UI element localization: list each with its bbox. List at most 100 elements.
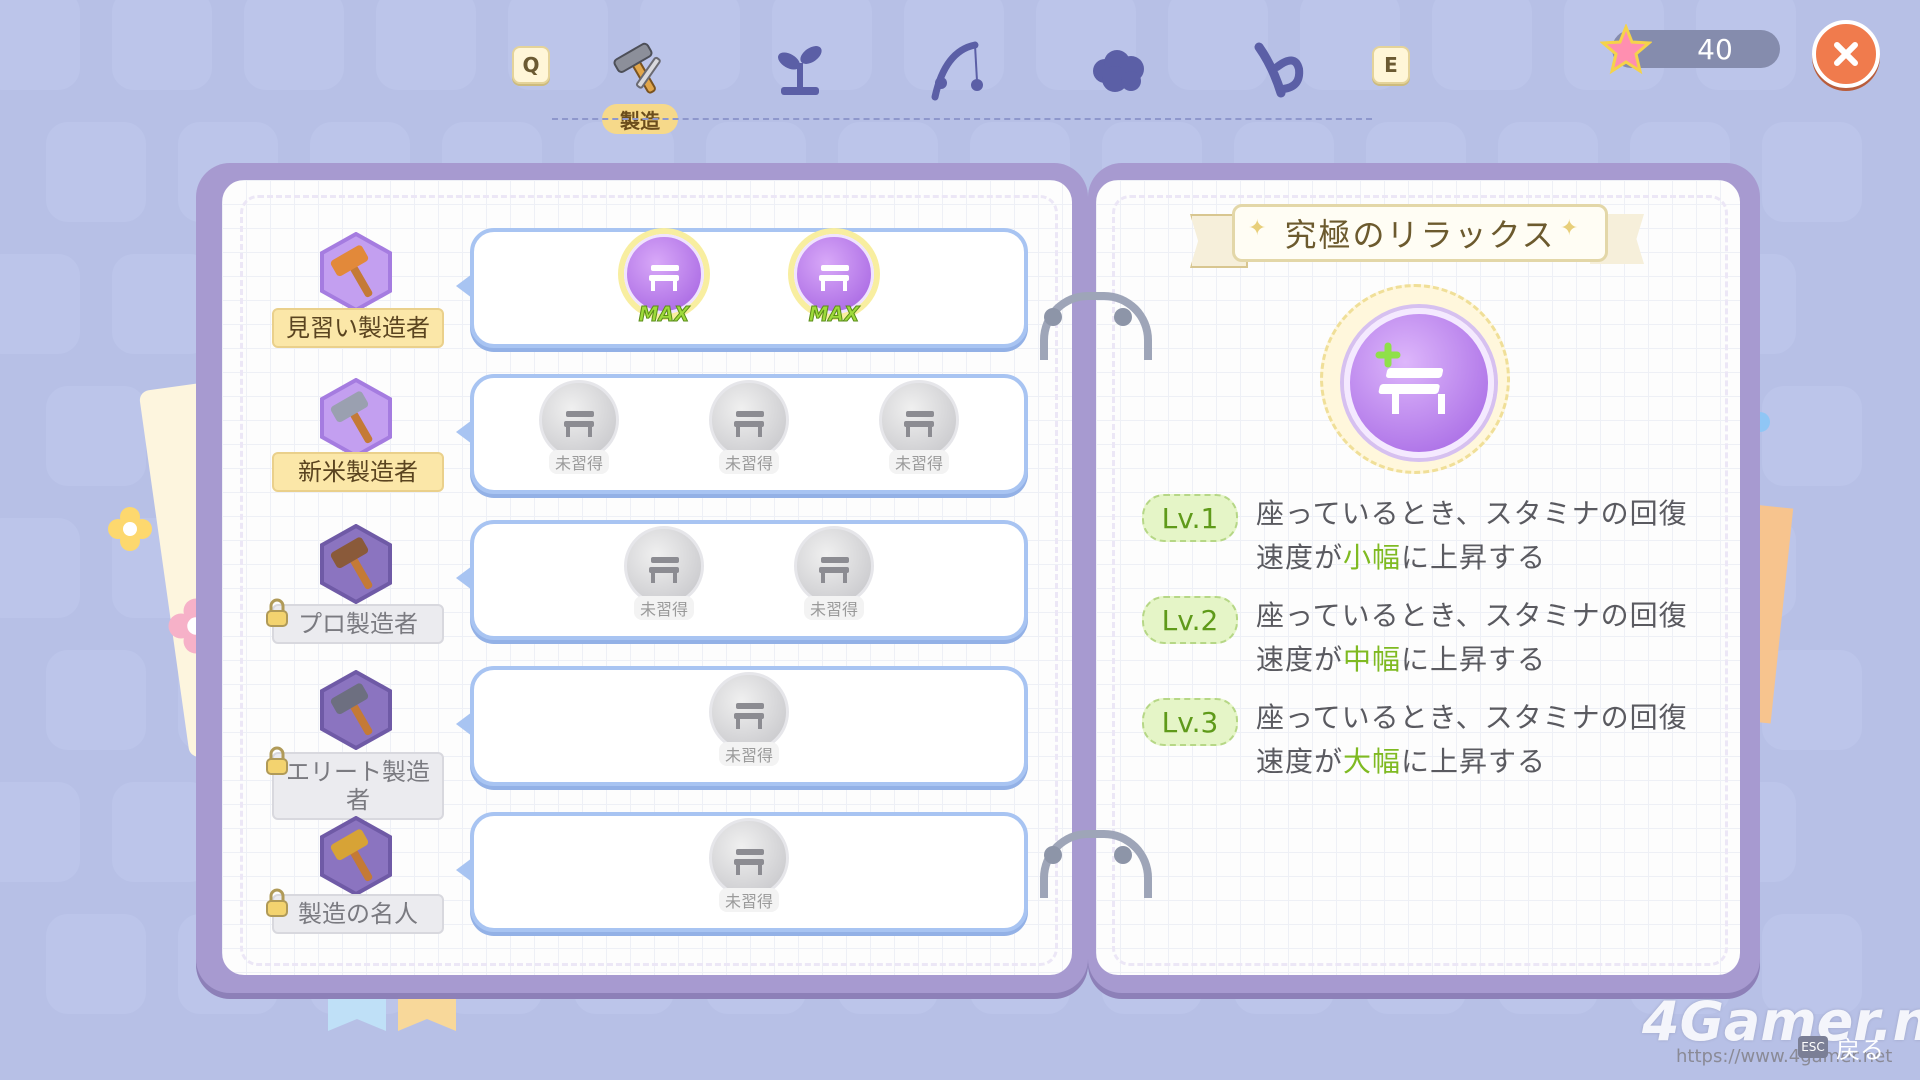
skill-glyph bbox=[904, 411, 934, 437]
star-icon bbox=[1600, 24, 1652, 75]
gear-time-icon bbox=[539, 380, 619, 460]
background-tile bbox=[0, 254, 80, 354]
skill-status: 未習得 bbox=[633, 596, 694, 620]
lock-icon bbox=[266, 888, 288, 917]
row-pointer bbox=[456, 858, 472, 882]
prev-tab-key-hint[interactable]: Q bbox=[512, 46, 550, 84]
background-tile bbox=[46, 122, 146, 222]
binder-ring-cap bbox=[1044, 846, 1062, 864]
level-description-suffix: に上昇する bbox=[1401, 643, 1547, 676]
row-pointer bbox=[456, 566, 472, 590]
skill-glyph bbox=[734, 411, 764, 437]
tab-pet[interactable] bbox=[1078, 30, 1158, 110]
skill-row: 未習得 未習得 未習得 bbox=[456, 374, 1028, 494]
background-tile bbox=[376, 0, 476, 90]
skill-node[interactable]: 未習得 bbox=[708, 380, 790, 480]
row-pointer bbox=[456, 420, 472, 444]
hammer-rank-4-icon bbox=[320, 670, 392, 750]
level-description: 座っているとき、スタミナの回復速度が中幅に上昇する bbox=[1256, 594, 1696, 682]
binder-ring-cap bbox=[1114, 846, 1132, 864]
bee-icon bbox=[709, 380, 789, 460]
next-tab-key-hint[interactable]: E bbox=[1372, 46, 1410, 84]
back-button[interactable]: 戻る bbox=[1836, 1030, 1884, 1065]
skill-glyph bbox=[734, 849, 764, 875]
skill-glyph bbox=[564, 411, 594, 437]
rank-label: 見習い製造者 bbox=[272, 308, 444, 348]
row-pointer bbox=[456, 712, 472, 736]
background-tile bbox=[46, 386, 146, 486]
hammer-rank-1-icon bbox=[320, 232, 392, 312]
skill-status: 未習得 bbox=[718, 742, 779, 766]
row-pointer bbox=[456, 274, 472, 298]
shield-icon bbox=[709, 818, 789, 898]
skill-node[interactable]: 未習得 bbox=[538, 380, 620, 480]
background-tile bbox=[1762, 122, 1862, 222]
sparkle-icon: ✦ bbox=[1248, 216, 1267, 241]
hammer-tools-icon bbox=[613, 42, 661, 94]
close-button[interactable] bbox=[1812, 20, 1880, 88]
ticket-icon bbox=[624, 526, 704, 606]
skill-glyph bbox=[649, 265, 679, 291]
skill-row: 未習得 未習得 bbox=[456, 520, 1028, 640]
tab-cooking[interactable] bbox=[1238, 30, 1318, 110]
background-tile bbox=[1432, 0, 1532, 90]
background-tile bbox=[1762, 650, 1862, 750]
background-tile bbox=[244, 0, 344, 90]
sheep-icon bbox=[1093, 50, 1144, 92]
skill-title-text: 究極のリラックス bbox=[1284, 216, 1556, 254]
background-tile bbox=[0, 782, 80, 882]
bench-glyph bbox=[1375, 342, 1445, 414]
skill-glyph bbox=[649, 557, 679, 583]
close-icon bbox=[1834, 42, 1858, 66]
sprout-icon bbox=[778, 46, 822, 95]
skill-glyph bbox=[734, 703, 764, 729]
skill-node[interactable]: MAX bbox=[793, 234, 875, 334]
rank-label: エリート製造者 bbox=[272, 752, 444, 820]
level-badge: Lv.3 bbox=[1142, 698, 1238, 746]
tab-gardening[interactable] bbox=[760, 30, 840, 110]
rank-label: 新米製造者 bbox=[272, 452, 444, 492]
binder-ring-cap bbox=[1114, 308, 1132, 326]
currency-count: 40 bbox=[1697, 32, 1733, 66]
skill-status: 未習得 bbox=[888, 450, 949, 474]
skill-node[interactable]: 未習得 bbox=[623, 526, 705, 626]
hammer-rank-5-icon bbox=[320, 816, 392, 896]
background-tile bbox=[46, 914, 146, 1014]
skill-row: MAX MAX bbox=[456, 228, 1028, 348]
skill-node[interactable]: 未習得 bbox=[793, 526, 875, 626]
level-badge: Lv.2 bbox=[1142, 596, 1238, 644]
skill-node[interactable]: 未習得 bbox=[708, 818, 790, 918]
lock-icon bbox=[266, 746, 288, 775]
background-tile bbox=[1762, 386, 1862, 486]
background-tile bbox=[0, 0, 80, 90]
skill-glyph bbox=[819, 265, 849, 291]
background-tile bbox=[0, 518, 80, 618]
sparkle-icon: ✦ bbox=[1560, 216, 1579, 241]
level-description: 座っているとき、スタミナの回復速度が小幅に上昇する bbox=[1256, 492, 1696, 580]
level-description-suffix: に上昇する bbox=[1401, 541, 1547, 574]
binder-ring-cap bbox=[1044, 308, 1062, 326]
skill-row: 未習得 bbox=[456, 666, 1028, 786]
bench-plus-icon bbox=[1344, 308, 1494, 458]
esc-key-hint[interactable]: ESC bbox=[1798, 1036, 1828, 1058]
skill-node[interactable]: 未習得 bbox=[708, 672, 790, 772]
skill-status: 未習得 bbox=[718, 450, 779, 474]
skill-status: 未習得 bbox=[718, 888, 779, 912]
tab-divider bbox=[552, 118, 1372, 120]
flower-decoration-icon bbox=[108, 507, 152, 551]
tab-fishing[interactable] bbox=[918, 30, 998, 110]
skill-node[interactable]: 未習得 bbox=[878, 380, 960, 480]
level-badge: Lv.1 bbox=[1142, 494, 1238, 542]
hammer-rank-2-icon bbox=[320, 378, 392, 458]
level-description-highlight: 小幅 bbox=[1343, 541, 1402, 574]
skill-status: 未習得 bbox=[548, 450, 609, 474]
tab-crafting[interactable] bbox=[600, 30, 680, 110]
anvil-hammer-icon bbox=[709, 672, 789, 752]
skill-node[interactable]: MAX bbox=[623, 234, 705, 334]
skill-status: MAX bbox=[638, 302, 690, 327]
skill-status: MAX bbox=[808, 302, 860, 327]
skill-glyph bbox=[819, 557, 849, 583]
background-tile bbox=[112, 0, 212, 90]
background-tile bbox=[46, 650, 146, 750]
lock-icon bbox=[266, 598, 288, 627]
